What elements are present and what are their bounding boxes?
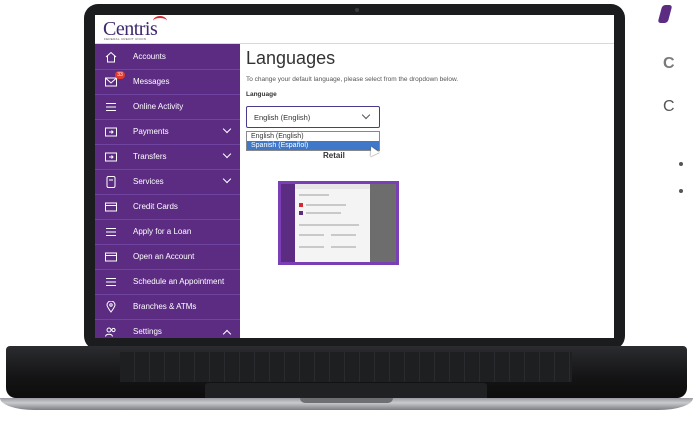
list-icon	[104, 275, 118, 289]
sidebar-item-label: Settings	[133, 327, 162, 336]
language-select[interactable]: English (English)	[246, 106, 380, 128]
sidebar-item-messages[interactable]: 33 Messages	[95, 69, 240, 95]
language-select-value: English (English)	[254, 113, 311, 122]
thumbnail-line	[306, 212, 341, 214]
chevron-down-icon	[361, 110, 371, 120]
sidebar-item-apply-loan[interactable]: Apply for a Loan	[95, 219, 240, 245]
thumbnail-purple-marker	[299, 211, 303, 215]
chevron-up-icon[interactable]	[222, 329, 232, 338]
card-arrow-icon	[104, 150, 118, 164]
language-label: Language	[246, 91, 277, 98]
thumbnail-line	[299, 224, 359, 226]
chevron-down-icon[interactable]	[222, 174, 232, 184]
home-icon	[104, 50, 118, 64]
users-icon	[104, 325, 118, 339]
slide-text-fragment: C	[663, 98, 675, 115]
language-option-spanish[interactable]: Spanish (Español)	[247, 141, 379, 150]
unread-badge: 33	[115, 71, 125, 79]
sidebar-item-online-activity[interactable]: Online Activity	[95, 94, 240, 120]
sidebar-item-settings[interactable]: Settings	[95, 319, 240, 338]
credit-card-icon	[104, 250, 118, 264]
thumbnail-line	[299, 246, 324, 248]
chevron-down-icon[interactable]	[222, 149, 232, 159]
credit-card-icon	[104, 200, 118, 214]
retail-heading: Retail	[323, 151, 345, 160]
page-description: To change your default language, please …	[246, 76, 459, 83]
list-icon	[104, 100, 118, 114]
sidebar-item-label: Payments	[133, 127, 169, 136]
thumbnail-panel	[370, 184, 396, 262]
thumbnail-red-marker	[299, 203, 303, 207]
sidebar-item-open-account[interactable]: Open an Account	[95, 244, 240, 270]
sidebar-item-label: Schedule an Appointment	[133, 277, 225, 286]
sidebar-item-accounts[interactable]: Accounts	[95, 44, 240, 70]
sidebar-item-label: Branches & ATMs	[133, 302, 197, 311]
thumbnail-line	[299, 234, 324, 236]
bullet-dot	[679, 162, 683, 166]
webcam	[355, 8, 359, 12]
sidebar-item-branches-atms[interactable]: Branches & ATMs	[95, 294, 240, 320]
list-icon	[104, 225, 118, 239]
sidebar-item-payments[interactable]: Payments	[95, 119, 240, 145]
laptop-notch	[300, 398, 393, 403]
card-arrow-icon	[104, 125, 118, 139]
slide-heading-fragment: C	[663, 55, 675, 72]
sidebar-item-label: Services	[133, 177, 164, 186]
document-icon	[104, 175, 118, 189]
logo-arc-icon	[153, 16, 167, 26]
bullet-dot	[679, 189, 683, 193]
sidebar-item-label: Open an Account	[133, 252, 195, 261]
sidebar-item-label: Accounts	[133, 52, 166, 61]
page-title: Languages	[246, 48, 336, 68]
app-screen: Centris FEDERAL CREDIT UNION Accounts 33…	[95, 15, 614, 338]
app-header: Centris FEDERAL CREDIT UNION	[95, 15, 614, 44]
slide-accent-bar	[657, 5, 673, 23]
language-option-english[interactable]: English (English)	[247, 132, 379, 141]
sidebar-item-label: Credit Cards	[133, 202, 178, 211]
retail-preview-thumbnail[interactable]	[278, 181, 399, 265]
thumbnail-line	[306, 204, 346, 206]
logo-subtitle: FEDERAL CREDIT UNION	[104, 37, 147, 41]
sidebar-item-credit-cards[interactable]: Credit Cards	[95, 194, 240, 220]
sidebar-item-label: Messages	[133, 77, 170, 86]
sidebar-item-label: Online Activity	[133, 102, 184, 111]
thumbnail-line	[331, 234, 356, 236]
sidebar-item-services[interactable]: Services	[95, 169, 240, 195]
sidebar-item-label: Transfers	[133, 152, 167, 161]
sidebar-item-transfers[interactable]: Transfers	[95, 144, 240, 170]
keyboard	[120, 352, 572, 382]
location-pin-icon	[104, 300, 118, 314]
thumbnail-sidebar	[281, 184, 295, 262]
sidebar-item-schedule-appointment[interactable]: Schedule an Appointment	[95, 269, 240, 295]
thumbnail-header	[295, 184, 370, 189]
sidebar-item-label: Apply for a Loan	[133, 227, 192, 236]
sidebar-nav: Accounts 33 Messages Online Activity Pay…	[95, 44, 240, 338]
thumbnail-line	[299, 194, 329, 196]
chevron-down-icon[interactable]	[222, 124, 232, 134]
thumbnail-line	[331, 246, 356, 248]
language-options-list: English (English) Spanish (Español)	[246, 131, 380, 151]
